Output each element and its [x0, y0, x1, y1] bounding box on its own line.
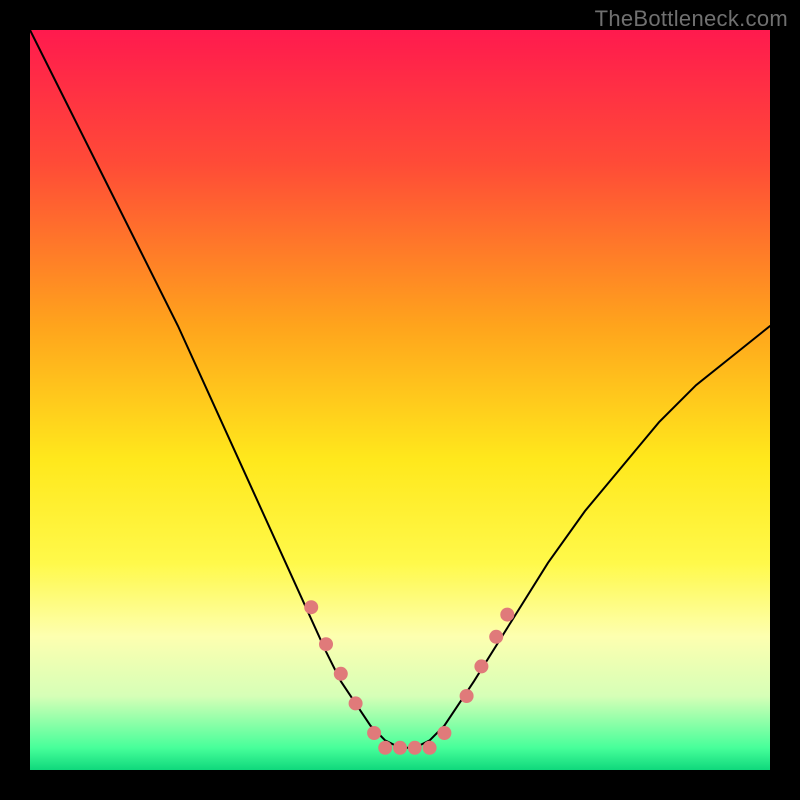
marker-dot [437, 726, 451, 740]
marker-dot [319, 637, 333, 651]
gradient-background [30, 30, 770, 770]
chart-svg [30, 30, 770, 770]
marker-dot [367, 726, 381, 740]
marker-dot [460, 689, 474, 703]
marker-dot [500, 608, 514, 622]
marker-dot [489, 630, 503, 644]
marker-dot [408, 741, 422, 755]
marker-dot [474, 659, 488, 673]
marker-dot [304, 600, 318, 614]
marker-dot [349, 696, 363, 710]
watermark-text: TheBottleneck.com [595, 6, 788, 32]
marker-dot [393, 741, 407, 755]
plot-area [30, 30, 770, 770]
marker-dot [378, 741, 392, 755]
marker-dot [334, 667, 348, 681]
marker-dot [423, 741, 437, 755]
